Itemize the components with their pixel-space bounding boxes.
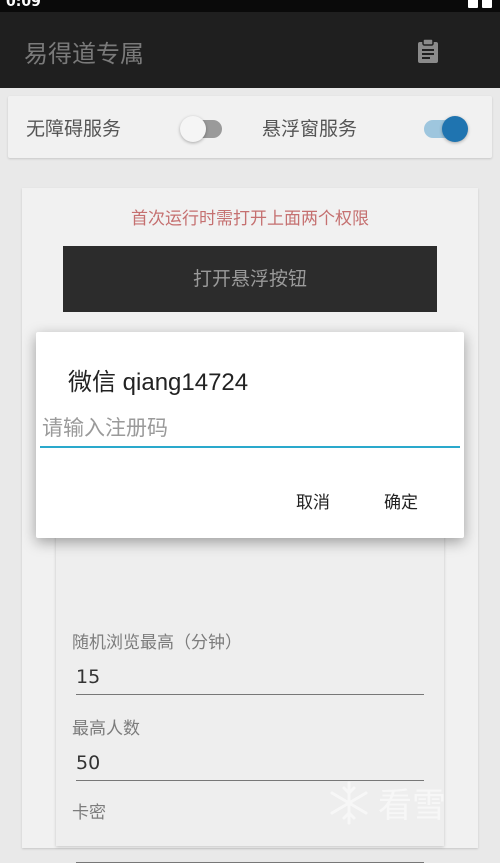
cancel-button[interactable]: 取消 bbox=[296, 488, 330, 513]
status-bar: 0:09 bbox=[0, 0, 500, 12]
max-people-value: 50 bbox=[76, 752, 101, 774]
floating-window-service-toggle[interactable] bbox=[424, 116, 468, 142]
open-float-button[interactable]: 打开悬浮按钮 bbox=[63, 246, 437, 312]
status-icons bbox=[468, 0, 492, 8]
app-title: 易得道专属 bbox=[24, 40, 144, 68]
max-browse-minutes-value: 15 bbox=[76, 666, 101, 688]
max-browse-minutes-label: 随机浏览最高（分钟） bbox=[72, 633, 242, 653]
clipboard-icon[interactable] bbox=[416, 38, 440, 64]
toggle-thumb bbox=[442, 116, 468, 142]
accessibility-service-label: 无障碍服务 bbox=[26, 118, 122, 140]
toggle-thumb bbox=[180, 116, 206, 142]
accessibility-service-toggle[interactable] bbox=[180, 116, 222, 142]
registration-code-input[interactable] bbox=[40, 410, 460, 448]
dialog-title: 微信 qiang14724 bbox=[68, 369, 249, 396]
watermark: 看雪 bbox=[326, 778, 446, 827]
signal-icon bbox=[468, 0, 478, 8]
watermark-text: 看雪 bbox=[378, 786, 446, 826]
service-switch-card: 无障碍服务 悬浮窗服务 bbox=[8, 96, 492, 158]
max-people-field[interactable]: 50 bbox=[76, 748, 424, 781]
card-key-field[interactable] bbox=[76, 830, 424, 863]
max-browse-minutes-field[interactable]: 15 bbox=[76, 662, 424, 695]
snowflake-icon bbox=[330, 781, 368, 824]
confirm-button[interactable]: 确定 bbox=[384, 488, 418, 513]
battery-icon bbox=[482, 0, 492, 8]
permission-notice: 首次运行时需打开上面两个权限 bbox=[131, 209, 369, 229]
app-bar: 易得道专属 bbox=[0, 12, 500, 88]
card-key-label: 卡密 bbox=[72, 803, 106, 823]
registration-dialog: 微信 qiang14724 取消 确定 bbox=[36, 332, 464, 538]
max-people-label: 最高人数 bbox=[72, 719, 140, 739]
floating-window-service-label: 悬浮窗服务 bbox=[262, 118, 358, 140]
status-time: 0:09 bbox=[6, 0, 41, 10]
